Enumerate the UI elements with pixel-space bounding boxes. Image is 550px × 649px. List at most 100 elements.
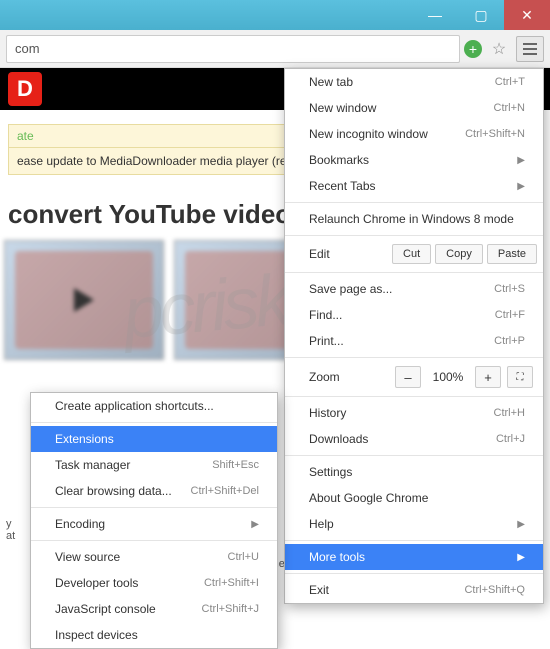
chevron-right-icon: ▶ [517,155,525,166]
menu-label: History [309,406,346,420]
chevron-right-icon: ▶ [517,519,525,530]
separator [285,540,543,541]
shortcut-text: Ctrl+Shift+N [465,128,525,140]
submenu-encoding[interactable]: Encoding ▶ [31,511,277,537]
zoom-out-button[interactable]: – [395,366,421,388]
menu-find[interactable]: Find... Ctrl+F [285,302,543,328]
menu-label: Encoding [55,517,105,531]
menu-label: View source [55,550,120,564]
url-text: com [15,41,40,56]
separator [285,396,543,397]
submenu-task-manager[interactable]: Task manager Shift+Esc [31,452,277,478]
site-logo-icon: D [8,72,42,106]
shortcut-text: Ctrl+U [228,551,259,563]
menu-downloads[interactable]: DownloadsCtrl+J [285,426,543,452]
thumbnail [4,240,164,360]
separator [285,235,543,236]
maximize-button[interactable]: ▢ [458,0,504,30]
shortcut-text: Shift+Esc [212,459,259,471]
menu-new-window[interactable]: New window Ctrl+N [285,95,543,121]
menu-new-tab[interactable]: New tab Ctrl+T [285,69,543,95]
separator [31,540,277,541]
menu-settings[interactable]: Settings [285,459,543,485]
menu-label: Save page as... [309,282,392,296]
menu-label: Create application shortcuts... [55,399,214,413]
menu-label: New tab [309,75,353,89]
snippet-text: at [6,530,15,542]
submenu-inspect[interactable]: Inspect devices [31,622,277,648]
separator [285,357,543,358]
menu-recent-tabs[interactable]: Recent Tabs ▶ [285,173,543,199]
submenu-dev-tools[interactable]: Developer toolsCtrl+Shift+I [31,570,277,596]
menu-label: Settings [309,465,352,479]
close-button[interactable]: ✕ [504,0,550,30]
menu-label: Exit [309,583,329,597]
separator [285,455,543,456]
menu-label: About Google Chrome [309,491,428,505]
separator [285,573,543,574]
menu-label: New window [309,101,376,115]
menu-relaunch[interactable]: Relaunch Chrome in Windows 8 mode [285,206,543,232]
separator [285,272,543,273]
shortcut-text: Ctrl+N [494,102,525,114]
menu-new-incognito[interactable]: New incognito window Ctrl+Shift+N [285,121,543,147]
menu-more-tools[interactable]: More tools ▶ [285,544,543,570]
chevron-right-icon: ▶ [517,552,525,563]
submenu-view-source[interactable]: View source Ctrl+U [31,544,277,570]
menu-help[interactable]: Help ▶ [285,511,543,537]
menu-print[interactable]: Print... Ctrl+P [285,328,543,354]
menu-history[interactable]: History Ctrl+H [285,400,543,426]
menu-about[interactable]: About Google Chrome [285,485,543,511]
shortcut-text: Ctrl+J [496,433,525,445]
submenu-create-shortcut[interactable]: Create application shortcuts... [31,393,277,419]
separator [31,507,277,508]
menu-label: Inspect devices [55,628,138,642]
menu-label: Recent Tabs [309,179,376,193]
separator [31,422,277,423]
submenu-extensions[interactable]: Extensions [31,426,277,452]
shortcut-text: Ctrl+F [495,309,525,321]
add-icon[interactable]: + [464,40,482,58]
fullscreen-button[interactable]: ⛶ [507,366,533,388]
menu-label: Relaunch Chrome in Windows 8 mode [309,212,514,226]
menu-label: Extensions [55,432,114,446]
menu-label: Edit [309,247,388,261]
chrome-menu-button[interactable] [516,36,544,62]
shortcut-text: Ctrl+Shift+Q [464,584,525,596]
menu-label: More tools [309,550,365,564]
chevron-right-icon: ▶ [251,519,259,530]
shortcut-text: Ctrl+H [494,407,525,419]
play-icon [74,288,94,312]
separator [285,202,543,203]
shortcut-text: Ctrl+P [494,335,525,347]
shortcut-text: Ctrl+S [494,283,525,295]
copy-button[interactable]: Copy [435,244,483,264]
menu-label: Print... [309,334,344,348]
menu-label: Find... [309,308,342,322]
shortcut-text: Ctrl+Shift+J [202,603,259,615]
toolbar: com + ☆ [0,30,550,68]
window-titlebar: — ▢ ✕ [0,0,550,30]
chrome-main-menu: New tab Ctrl+T New window Ctrl+N New incog… [284,68,544,604]
menu-label: Bookmarks [309,153,369,167]
bookmark-star-icon[interactable]: ☆ [486,36,512,62]
submenu-js-console[interactable]: JavaScript console Ctrl+Shift+J [31,596,277,622]
menu-label: Help [309,517,334,531]
menu-edit-row: Edit Cut Copy Paste [285,239,543,269]
chevron-right-icon: ▶ [517,181,525,192]
address-bar[interactable]: com [6,35,460,63]
cut-button[interactable]: Cut [392,244,431,264]
submenu-clear-data[interactable]: Clear browsing data...Ctrl+Shift+Del [31,478,277,504]
menu-exit[interactable]: Exit Ctrl+Shift+Q [285,577,543,603]
menu-save-as[interactable]: Save page as... Ctrl+S [285,276,543,302]
minimize-button[interactable]: — [412,0,458,30]
paste-button[interactable]: Paste [487,244,537,264]
snippet-text: y [6,518,15,530]
shortcut-text: Ctrl+T [495,76,525,88]
menu-label: Developer tools [55,576,138,590]
menu-label: Task manager [55,458,130,472]
menu-label: New incognito window [309,127,428,141]
zoom-in-button[interactable]: + [475,366,501,388]
menu-bookmarks[interactable]: Bookmarks ▶ [285,147,543,173]
menu-label: JavaScript console [55,602,156,616]
